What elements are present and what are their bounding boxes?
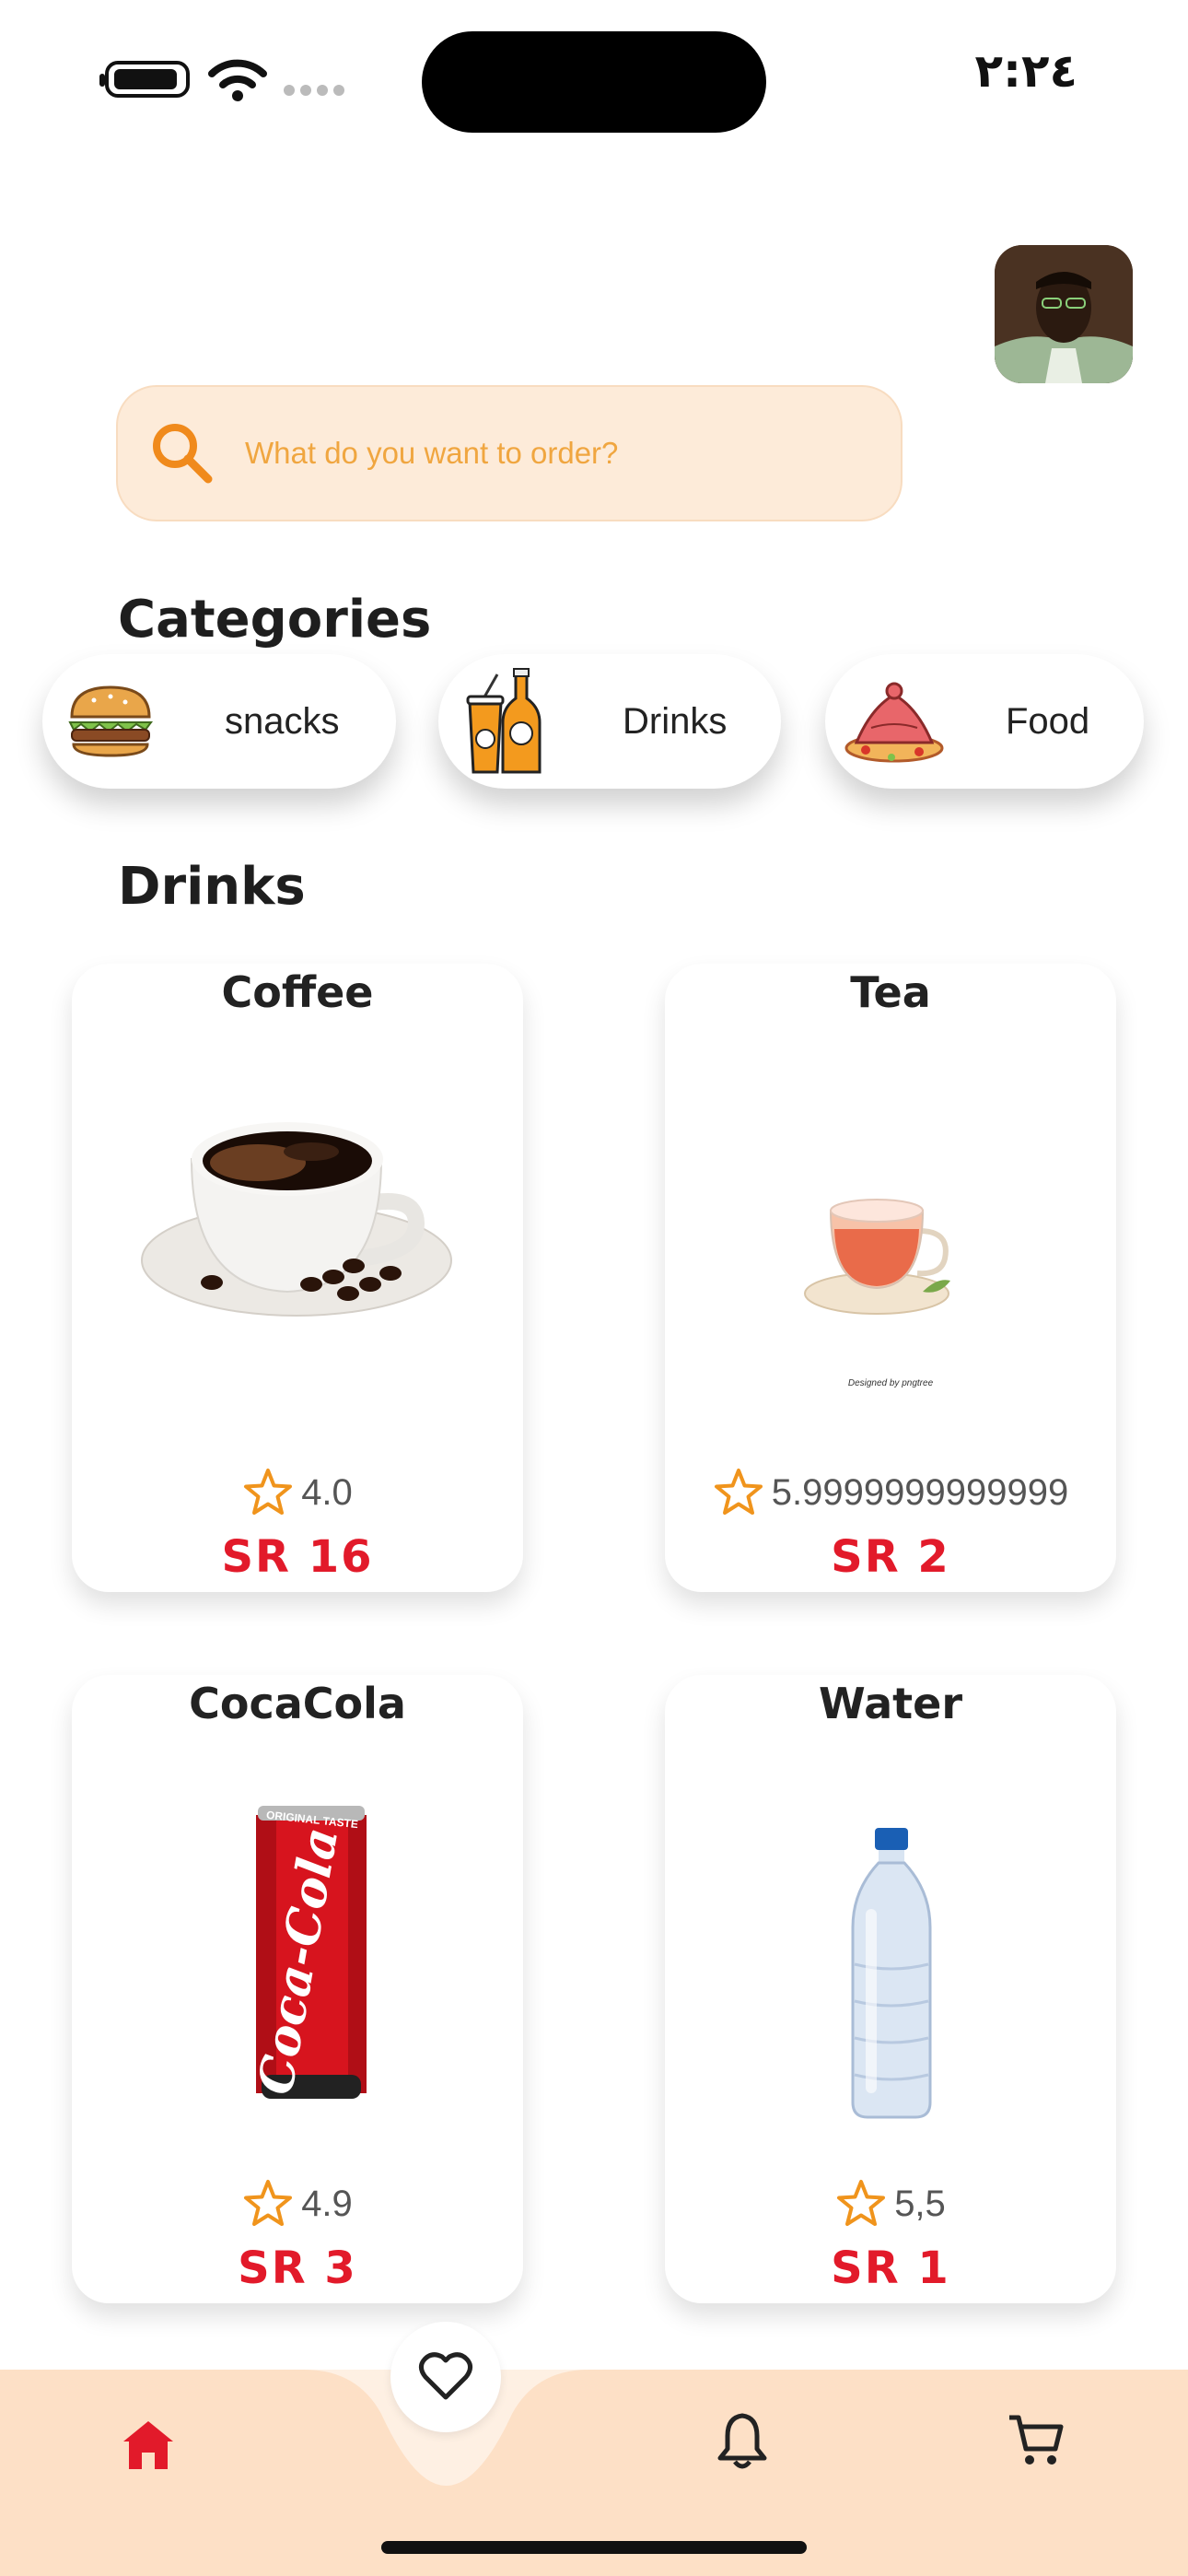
category-chip-food[interactable]: Food [825, 654, 1144, 789]
product-card-cocacola[interactable]: CocaCola ORIGINAL TASTE Coca-Cola 4.9 SR… [72, 1675, 523, 2303]
home-icon[interactable] [120, 2416, 177, 2473]
search-input[interactable]: What do you want to order? [245, 436, 618, 471]
category-chip-snacks[interactable]: snacks [42, 654, 396, 789]
search-bar[interactable]: What do you want to order? [116, 385, 903, 521]
battery-icon [99, 61, 190, 98]
image-watermark: Designed by pngtree [847, 1378, 934, 1388]
tajine-icon [844, 682, 944, 763]
product-title: Water [818, 1679, 962, 1728]
tea-cup-image [804, 1199, 950, 1315]
home-indicator [381, 2541, 807, 2554]
bell-icon[interactable] [716, 2410, 768, 2471]
cart-icon[interactable] [1006, 2410, 1066, 2471]
product-title: Tea [850, 967, 931, 1017]
product-rating: 4.0 [72, 1467, 523, 1518]
rating-value: 4.0 [301, 1471, 353, 1513]
cellular-signal-icon [284, 85, 344, 96]
avatar[interactable] [995, 245, 1133, 383]
coffee-cup-image [141, 1122, 452, 1317]
product-title: Coffee [221, 967, 374, 1017]
search-icon [153, 424, 213, 484]
star-icon [244, 1469, 293, 1515]
product-price: SR 2 [831, 1531, 950, 1583]
product-card-coffee[interactable]: Coffee 4.0 SR 16 [72, 964, 523, 1592]
wifi-icon [208, 59, 267, 101]
product-card-water[interactable]: Water 5,5 SR 1 [665, 1675, 1116, 2303]
category-label: Food [1006, 700, 1090, 742]
favorites-button[interactable] [390, 2322, 501, 2432]
product-rating: 5.9999999999999 [665, 1467, 1116, 1518]
product-price: SR 1 [831, 2242, 950, 2294]
category-chip-drinks[interactable]: Drinks [438, 654, 781, 789]
rating-value: 5,5 [894, 2183, 946, 2224]
burger-icon [68, 685, 153, 757]
product-price: SR 3 [238, 2242, 357, 2294]
status-time: ٢:٢٤ [974, 44, 1077, 98]
products-heading: Drinks [118, 857, 306, 917]
avatar-photo [995, 245, 1133, 383]
heart-icon [418, 2352, 473, 2400]
rating-value: 4.9 [301, 2183, 353, 2224]
star-icon [837, 2180, 886, 2226]
drinks-icon [466, 668, 542, 774]
star-icon [714, 1469, 763, 1515]
water-bottle-image [851, 1828, 932, 2119]
category-label: Drinks [623, 700, 728, 742]
categories-heading: Categories [118, 590, 432, 650]
dynamic-island [422, 31, 766, 133]
product-rating: 5,5 [665, 2178, 1116, 2230]
star-icon [244, 2180, 293, 2226]
product-rating: 4.9 [72, 2178, 523, 2230]
product-card-tea[interactable]: Tea Designed by pngtree 5.9999999999999 … [665, 964, 1116, 1592]
product-price: SR 16 [221, 1531, 374, 1583]
rating-value: 5.9999999999999 [771, 1471, 1069, 1513]
category-label: snacks [225, 700, 340, 742]
product-title: CocaCola [189, 1679, 406, 1728]
